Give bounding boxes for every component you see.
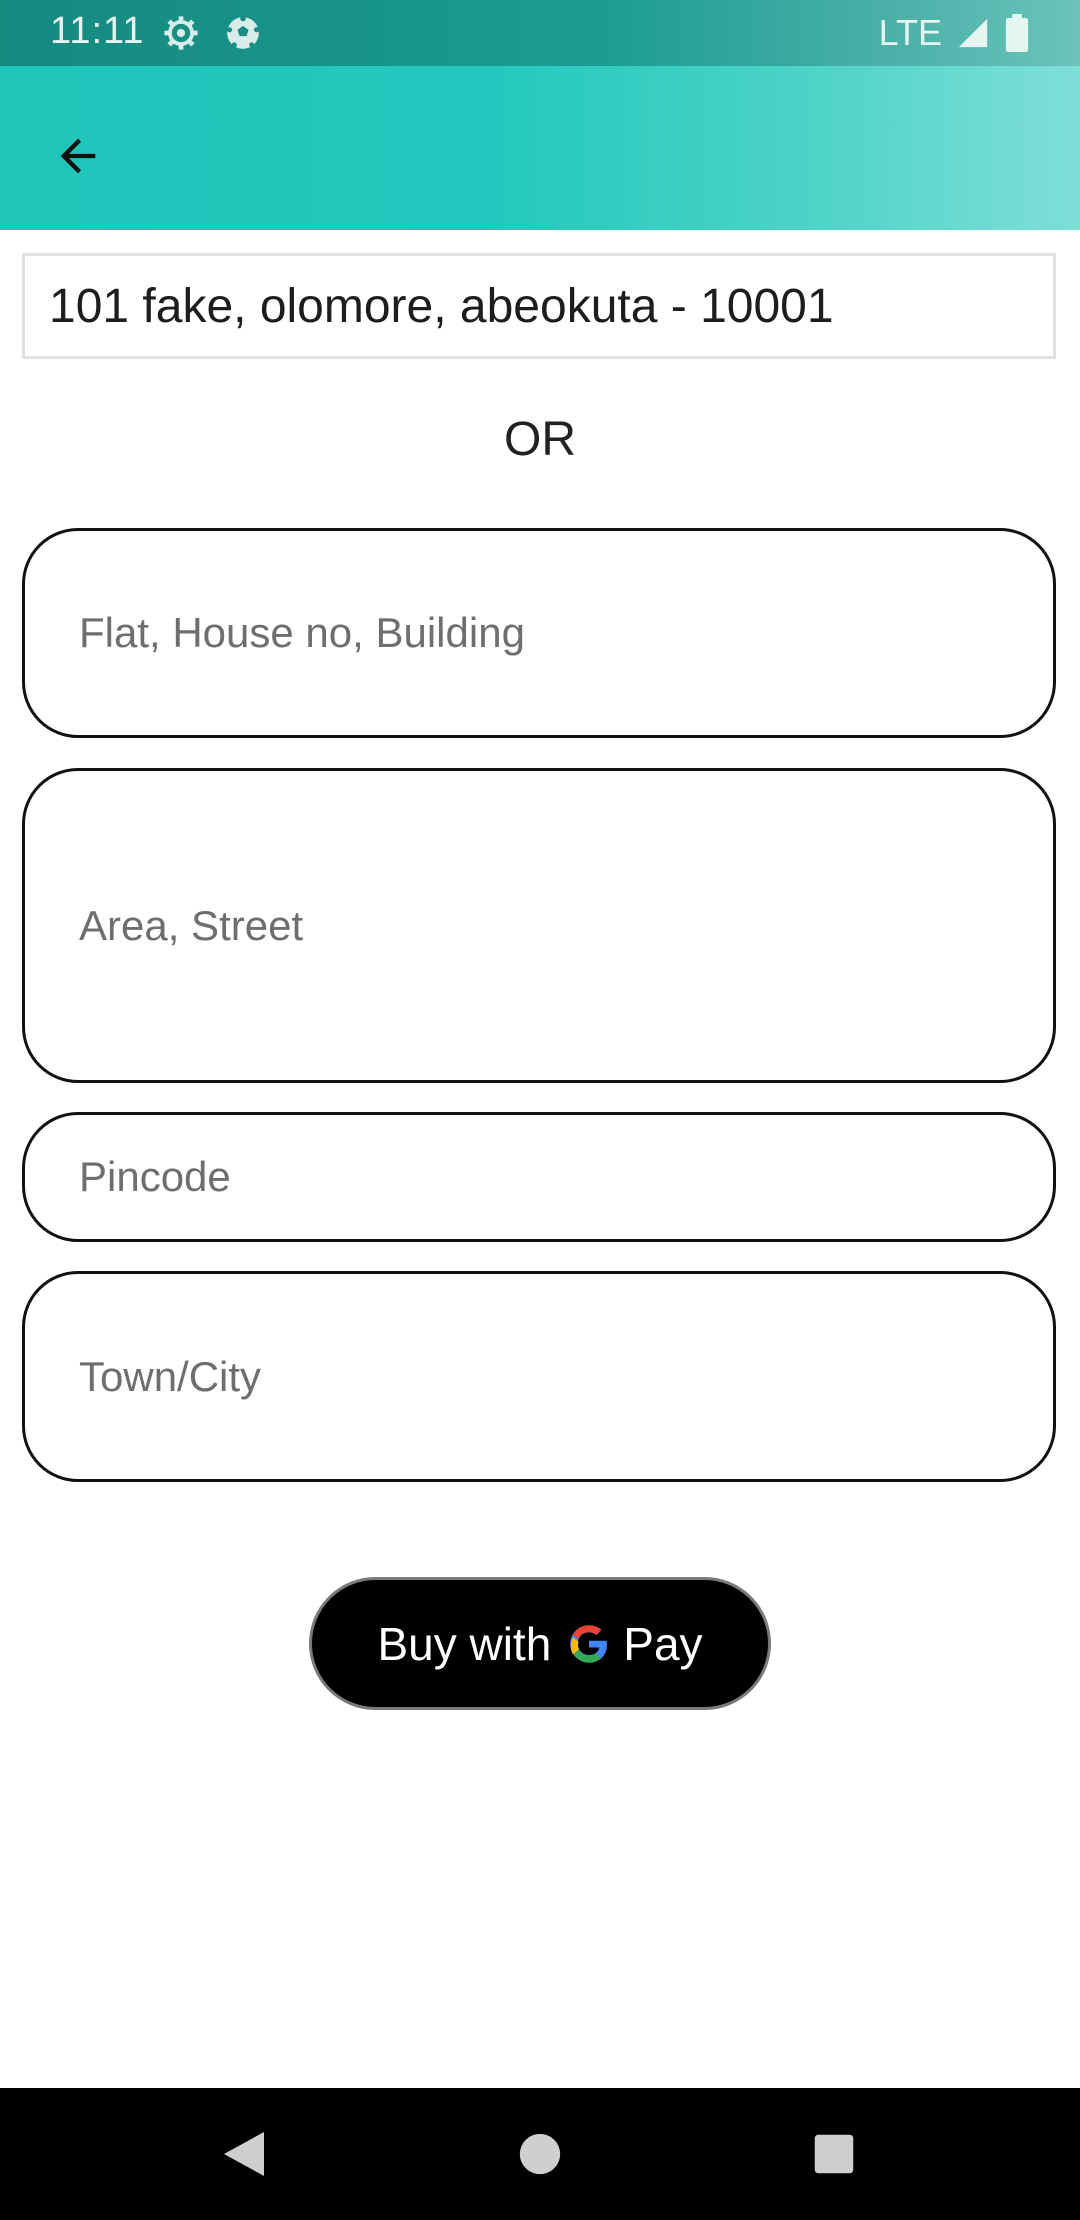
back-button[interactable] [30, 108, 126, 204]
pincode-input[interactable]: Pincode [22, 1112, 1056, 1242]
area-street-input[interactable]: Area, Street [22, 768, 1056, 1083]
recents-square-icon [814, 2134, 854, 2174]
flat-house-building-placeholder: Flat, House no, Building [79, 609, 525, 656]
buy-with-gpay-button[interactable]: Buy with Pay [309, 1577, 771, 1710]
town-city-input[interactable]: Town/City [22, 1271, 1056, 1482]
battery-icon [1005, 14, 1029, 52]
status-right-group: LTE [879, 10, 1030, 56]
app-bar [0, 66, 1080, 230]
nav-recents-button[interactable] [774, 2088, 894, 2220]
selected-address-field[interactable]: 101 fake, olomore, abeokuta - 10001 [22, 253, 1056, 359]
network-type: LTE [878, 12, 942, 53]
or-separator: OR [504, 413, 576, 466]
soccer-ball-icon [227, 15, 259, 49]
gpay-label-prefix: Buy with [377, 1617, 552, 1670]
back-triangle-icon [224, 2132, 264, 2176]
home-circle-icon [519, 2133, 561, 2175]
status-bar: 11:11 LTE [0, 0, 1080, 66]
status-time: 11:11 [50, 10, 145, 52]
nav-back-button[interactable] [184, 2088, 304, 2220]
google-g-icon [570, 1624, 608, 1663]
area-street-placeholder: Area, Street [79, 901, 304, 949]
signal-icon [958, 18, 988, 48]
selected-address-text: 101 fake, olomore, abeokuta - 10001 [49, 279, 834, 333]
gpay-label-suffix: Pay [623, 1617, 703, 1670]
arrow-left-icon [60, 138, 96, 174]
nav-home-button[interactable] [480, 2088, 600, 2220]
town-city-placeholder: Town/City [79, 1352, 262, 1400]
system-navigation-bar [0, 2088, 1080, 2220]
flat-house-building-input[interactable]: Flat, House no, Building [22, 528, 1056, 738]
settings-icon [164, 16, 198, 50]
pincode-placeholder: Pincode [79, 1153, 231, 1200]
